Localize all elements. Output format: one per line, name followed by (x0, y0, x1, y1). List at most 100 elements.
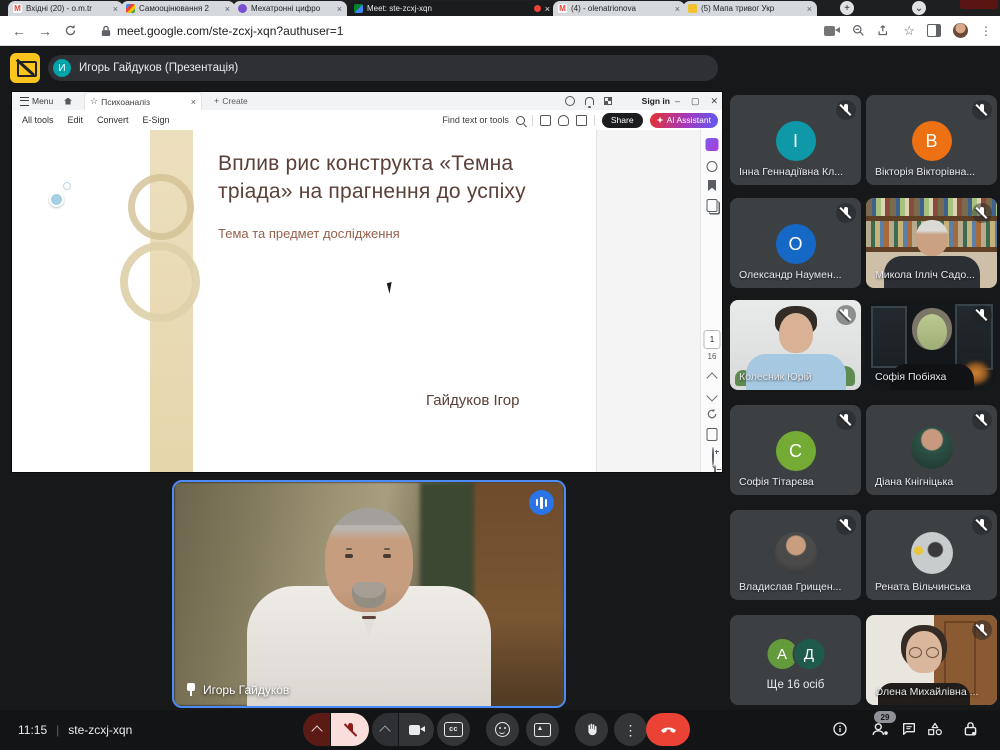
participant-tile[interactable]: В Вікторія Вікторівна... (866, 95, 997, 185)
ai-panel-icon[interactable] (706, 138, 719, 151)
participant-tile[interactable]: Діана Кнігніцька (866, 405, 997, 495)
previous-page-icon[interactable] (706, 372, 717, 383)
mic-mute-button[interactable] (331, 713, 369, 746)
presenter-video-tile[interactable]: Игорь Гайдуков (172, 480, 566, 708)
participant-tile[interactable]: Рената Вільчинська (866, 510, 997, 600)
mouse-cursor (387, 281, 398, 294)
captions-button[interactable]: cc (437, 713, 470, 746)
tab-search-button[interactable]: ⌄ (912, 1, 926, 15)
side-panel-icon[interactable] (927, 24, 941, 37)
show-people-button[interactable] (871, 721, 890, 742)
rotate-page-icon[interactable] (706, 408, 718, 420)
convert-menu[interactable]: Convert (97, 115, 129, 125)
camera-in-use-icon[interactable] (824, 25, 840, 37)
browser-tab[interactable]: Мехатронні цифро × (233, 1, 347, 16)
people-icon (871, 721, 890, 737)
participant-tile[interactable]: О Олександр Наумен... (730, 198, 861, 288)
tab-close-icon[interactable]: × (337, 4, 342, 14)
fit-page-icon[interactable] (707, 428, 718, 441)
tab-close-icon[interactable]: × (545, 4, 550, 14)
pdf-viewport[interactable]: Вплив рис конструкта «Темна тріада» на п… (12, 130, 722, 472)
new-tab-button[interactable]: + (840, 1, 854, 15)
audio-level-indicator (529, 490, 554, 515)
history-icon[interactable] (565, 96, 575, 106)
all-tools-menu[interactable]: All tools (22, 115, 54, 125)
lock-icon (963, 721, 978, 737)
acrobat-create-tab[interactable]: +Create (208, 92, 254, 110)
presentation-banner[interactable]: И Игорь Гайдуков (Презентація) (48, 55, 718, 81)
zoom-in-icon[interactable] (712, 447, 714, 466)
mic-options-button[interactable] (303, 713, 330, 746)
profile-avatar[interactable] (953, 23, 968, 38)
minimize-icon[interactable]: – (675, 96, 680, 106)
zoom-out-icon[interactable] (852, 24, 865, 37)
tab-close-icon[interactable]: × (675, 4, 680, 14)
tab-close-icon[interactable]: × (113, 4, 118, 14)
browser-tab[interactable]: (5) Мапа тривог Укр × (683, 1, 817, 16)
mic-muted-icon (972, 410, 992, 430)
participant-tile[interactable]: Софія Побіяха (866, 300, 997, 390)
presentation-indicator-badge[interactable] (10, 53, 40, 83)
participant-tile[interactable]: Владислав Грищен... (730, 510, 861, 600)
reactions-button[interactable] (486, 713, 519, 746)
tab-close-icon[interactable]: × (807, 4, 812, 14)
forward-icon[interactable]: → (32, 23, 58, 39)
browser-tab[interactable]: Вхідні (20) - o.m.tr × (8, 1, 123, 16)
next-page-icon[interactable] (706, 390, 717, 401)
present-button[interactable] (526, 713, 559, 746)
bookmark-star-icon[interactable]: ☆ (903, 23, 915, 39)
page-thumbnails-icon[interactable] (707, 199, 718, 212)
acrobat-document-tab[interactable]: ☆ Психоаналіз × (84, 92, 202, 110)
reload-icon[interactable] (64, 24, 77, 37)
comments-icon[interactable] (707, 161, 718, 172)
sign-in-button[interactable]: Sign in (642, 92, 670, 110)
activities-button[interactable] (926, 721, 944, 742)
find-field[interactable]: Find text or tools (442, 115, 509, 125)
ai-assistant-button[interactable]: AI Assistant (650, 113, 718, 128)
participant-tile[interactable]: С Софія Тітарєва (730, 405, 861, 495)
search-icon[interactable] (516, 116, 525, 125)
share-icon[interactable] (877, 24, 891, 37)
print-icon[interactable] (576, 115, 587, 126)
acrobat-home-button[interactable] (64, 92, 72, 110)
participant-tile[interactable]: Микола Ілліч Садо... (866, 198, 997, 288)
participant-name: Діана Кнігніцька (875, 476, 989, 488)
zoom-out-icon[interactable] (714, 465, 716, 472)
end-call-button[interactable] (646, 713, 690, 746)
overflow-participants-tile[interactable]: А Д Ще 16 осіб (730, 615, 861, 705)
snapshot-icon[interactable] (540, 115, 551, 126)
chat-button[interactable] (901, 721, 917, 742)
close-icon[interactable]: ✕ (710, 96, 718, 107)
browser-tab[interactable]: Самооцінювання 2 × (121, 1, 235, 16)
chat-icon (901, 721, 917, 737)
notifications-icon[interactable] (585, 97, 594, 105)
tab-close-icon[interactable]: × (225, 4, 230, 14)
tab-close-icon[interactable]: × (191, 97, 196, 107)
acrobat-menu-button[interactable]: Menu (20, 92, 53, 110)
lock-icon[interactable] (101, 25, 111, 37)
page-number-input[interactable]: 1 (704, 330, 721, 349)
cloud-upload-icon[interactable] (558, 115, 569, 126)
raise-hand-button[interactable] (575, 713, 608, 746)
url-text[interactable]: meet.google.com/ste-zcxj-xqn?authuser=1 (117, 24, 343, 38)
participant-name: Інна Геннадіївна Кл... (739, 166, 853, 178)
chrome-menu-icon[interactable]: ⋮ (980, 24, 992, 38)
presentation-banner-label: Игорь Гайдуков (Презентація) (79, 62, 238, 74)
host-controls-button[interactable] (963, 721, 978, 742)
browser-tab[interactable]: (4) - olenatrionova × (553, 1, 685, 16)
participant-tile[interactable]: Колесник Юрій (730, 300, 861, 390)
bookmarks-icon[interactable] (708, 180, 716, 191)
acrobat-share-button[interactable]: Share (602, 113, 643, 128)
participant-tile[interactable]: І Інна Геннадіївна Кл... (730, 95, 861, 185)
browser-tab-active-meet[interactable]: Meet: ste-zcxj-xqn × (349, 1, 555, 16)
maximize-icon[interactable]: ▢ (691, 96, 700, 107)
apps-grid-icon[interactable] (604, 97, 612, 105)
esign-menu[interactable]: E-Sign (143, 115, 170, 125)
participant-tile[interactable]: Олена Михайлівна ... (866, 615, 997, 705)
back-icon[interactable]: ← (6, 23, 32, 39)
edit-menu[interactable]: Edit (68, 115, 84, 125)
more-options-button[interactable]: ⋮ (614, 713, 647, 746)
meeting-details-button[interactable] (832, 721, 848, 742)
camera-options-button[interactable] (372, 713, 398, 746)
camera-toggle-button[interactable] (399, 713, 434, 746)
